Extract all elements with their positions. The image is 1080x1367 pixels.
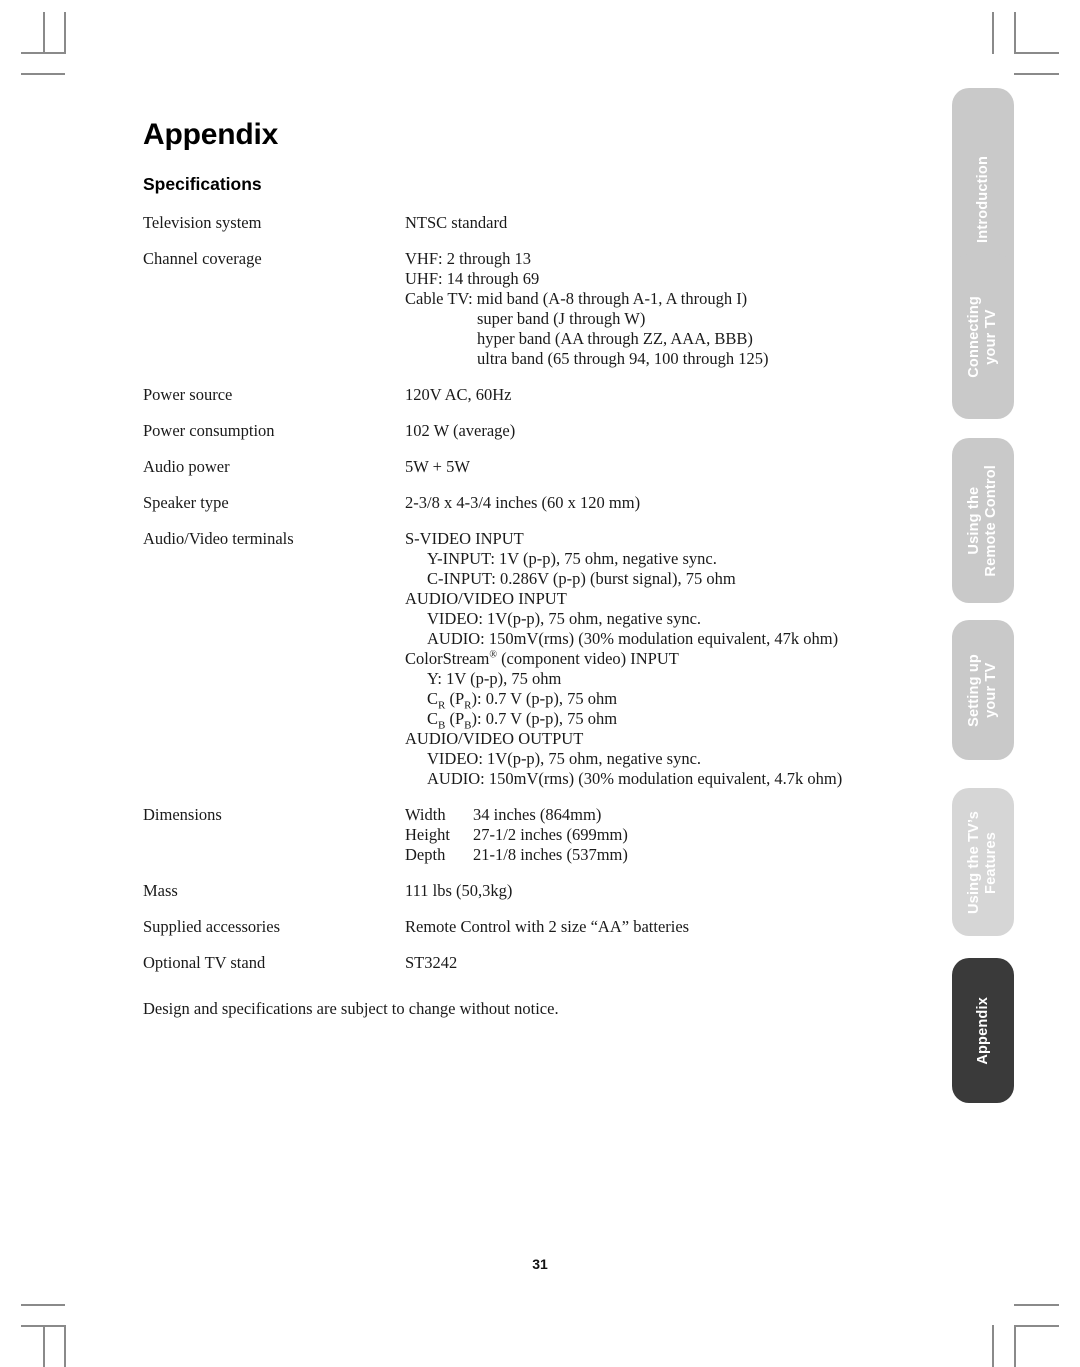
spec-value-line: super band (J through W)	[477, 309, 646, 328]
spec-value: 111 lbs (50,3kg)	[405, 881, 913, 901]
spec-value: VHF: 2 through 13 UHF: 14 through 69 Cable…	[405, 249, 913, 369]
spec-value-line: VHF: 2 through 13	[405, 249, 532, 268]
tab-using-remote-control[interactable]: Using the Remote Control	[952, 438, 1014, 603]
spec-value-line: CB (PB): 0.7 V (p-p), 75 ohm	[427, 709, 618, 732]
tab-label: Introduction	[974, 155, 991, 243]
spec-value-line: 2-3/8 x 4-3/4 inches (60 x 120 mm)	[405, 493, 641, 512]
tab-label: Using the Remote Control	[966, 464, 999, 577]
spec-value: NTSC standard	[405, 213, 913, 233]
dimension-key: Width	[405, 805, 446, 824]
spec-value-line: 5W + 5W	[405, 457, 470, 476]
spec-row-dimensions: Dimensions Width 34 inches (864mm) Height 27…	[143, 805, 913, 865]
spec-label: Dimensions	[143, 805, 222, 824]
spec-label: Mass	[143, 881, 178, 900]
spec-value: 2-3/8 x 4-3/4 inches (60 x 120 mm)	[405, 493, 913, 513]
spec-value-line: AUDIO: 150mV(rms) (30% modulation equiva…	[427, 629, 839, 648]
spec-row-audio-video-terminals: Audio/Video terminals S-VIDEO INPUT Y-INPU…	[143, 529, 913, 789]
specifications-table: Television system NTSC standard Channel co…	[143, 213, 913, 973]
dimension-value: 27-1/2 inches (699mm)	[473, 825, 628, 844]
spec-value-line: NTSC standard	[405, 213, 508, 232]
spec-value-line: CR (PR): 0.7 V (p-p), 75 ohm	[427, 689, 618, 712]
spec-label: Channel coverage	[143, 249, 262, 268]
spec-value-line: 102 W (average)	[405, 421, 516, 440]
spec-row-supplied-accessories: Supplied accessories Remote Control with …	[143, 917, 913, 937]
spec-value-line: AUDIO/VIDEO INPUT	[405, 589, 567, 608]
spec-value: 5W + 5W	[405, 457, 913, 477]
page-number: 31	[532, 1256, 548, 1272]
spec-value: S-VIDEO INPUT Y-INPUT: 1V (p-p), 75 ohm, …	[405, 529, 913, 789]
spec-label: Power source	[143, 385, 233, 404]
spec-label: Optional TV stand	[143, 953, 266, 972]
dimension-line: Height 27-1/2 inches (699mm)	[405, 825, 913, 845]
spec-value-line: C-INPUT: 0.286V (p-p) (burst signal), 75…	[427, 569, 736, 588]
chapter-tab-strip: Introduction Connecting your TV Using the …	[952, 0, 1014, 1364]
spec-value-line: AUDIO/VIDEO OUTPUT	[405, 729, 584, 748]
spec-row-channel-coverage: Channel coverage VHF: 2 through 13 UHF: 14…	[143, 249, 913, 369]
spec-value: Width 34 inches (864mm) Height 27-1/2 inche…	[405, 805, 913, 865]
section-heading: Specifications	[143, 174, 262, 194]
dimension-line: Width 34 inches (864mm)	[405, 805, 913, 825]
tab-label: Appendix	[974, 996, 991, 1065]
spec-row-optional-tv-stand: Optional TV stand ST3242	[143, 953, 913, 973]
dimension-value: 21-1/8 inches (537mm)	[473, 845, 628, 864]
spec-row-audio-power: Audio power 5W + 5W	[143, 457, 913, 477]
spec-value-line: hyper band (AA through ZZ, AAA, BBB)	[477, 329, 753, 348]
tab-setting-up-your-tv[interactable]: Setting up your TV	[952, 620, 1014, 760]
spec-value-line: 120V AC, 60Hz	[405, 385, 512, 404]
page-content: Appendix Specifications Television syste…	[143, 118, 913, 1019]
page-title: Appendix	[143, 118, 279, 151]
tab-label: Connecting your TV	[966, 295, 999, 378]
manual-page: Appendix Specifications Television syste…	[0, 0, 1080, 1364]
spec-value-line: Remote Control with 2 size “AA” batterie…	[405, 917, 690, 936]
dimension-key: Height	[405, 825, 450, 844]
dimension-value: 34 inches (864mm)	[473, 805, 602, 824]
spec-value-line: VIDEO: 1V(p-p), 75 ohm, negative sync.	[427, 749, 702, 768]
dimension-line: Depth 21-1/8 inches (537mm)	[405, 845, 913, 865]
spec-value: Remote Control with 2 size “AA” batterie…	[405, 917, 913, 937]
disclaimer-note: Design and specifications are subject to…	[143, 999, 559, 1018]
spec-row-television-system: Television system NTSC standard	[143, 213, 913, 233]
dimension-key: Depth	[405, 845, 446, 864]
spec-value-line: Y: 1V (p-p), 75 ohm	[427, 669, 562, 688]
tab-label: Setting up your TV	[966, 653, 999, 727]
tab-label: Using the TV’s Features	[966, 810, 999, 914]
spec-value: 102 W (average)	[405, 421, 913, 441]
spec-row-power-source: Power source 120V AC, 60Hz	[143, 385, 913, 405]
spec-value: ST3242	[405, 953, 913, 973]
tab-appendix[interactable]: Appendix	[952, 958, 1014, 1103]
spec-value: 120V AC, 60Hz	[405, 385, 913, 405]
spec-label: Power consumption	[143, 421, 275, 440]
spec-value-line: Cable TV: mid band (A-8 through A-1, A t…	[405, 289, 748, 308]
spec-label: Audio power	[143, 457, 230, 476]
spec-value-line: ColorStream® (component video) INPUT	[405, 649, 679, 668]
spec-row-mass: Mass 111 lbs (50,3kg)	[143, 881, 913, 901]
spec-row-speaker-type: Speaker type 2-3/8 x 4-3/4 inches (60 x 1…	[143, 493, 913, 513]
spec-value-line: ST3242	[405, 953, 458, 972]
spec-label: Supplied accessories	[143, 917, 281, 936]
spec-value-line: Y-INPUT: 1V (p-p), 75 ohm, negative sync…	[427, 549, 717, 568]
spec-label: Television system	[143, 213, 262, 232]
tab-connecting-your-tv[interactable]: Connecting your TV	[952, 254, 1014, 419]
tab-using-tv-features[interactable]: Using the TV’s Features	[952, 788, 1014, 936]
spec-value-line: AUDIO: 150mV(rms) (30% modulation equiva…	[427, 769, 843, 788]
spec-value-line: UHF: 14 through 69	[405, 269, 540, 288]
spec-label: Speaker type	[143, 493, 229, 512]
spec-value-line: 111 lbs (50,3kg)	[405, 881, 513, 900]
spec-value-line: ultra band (65 through 94, 100 through 1…	[477, 349, 769, 368]
spec-value-line: S-VIDEO INPUT	[405, 529, 524, 548]
spec-row-power-consumption: Power consumption 102 W (average)	[143, 421, 913, 441]
spec-label: Audio/Video terminals	[143, 529, 294, 548]
spec-value-line: VIDEO: 1V(p-p), 75 ohm, negative sync.	[427, 609, 702, 628]
